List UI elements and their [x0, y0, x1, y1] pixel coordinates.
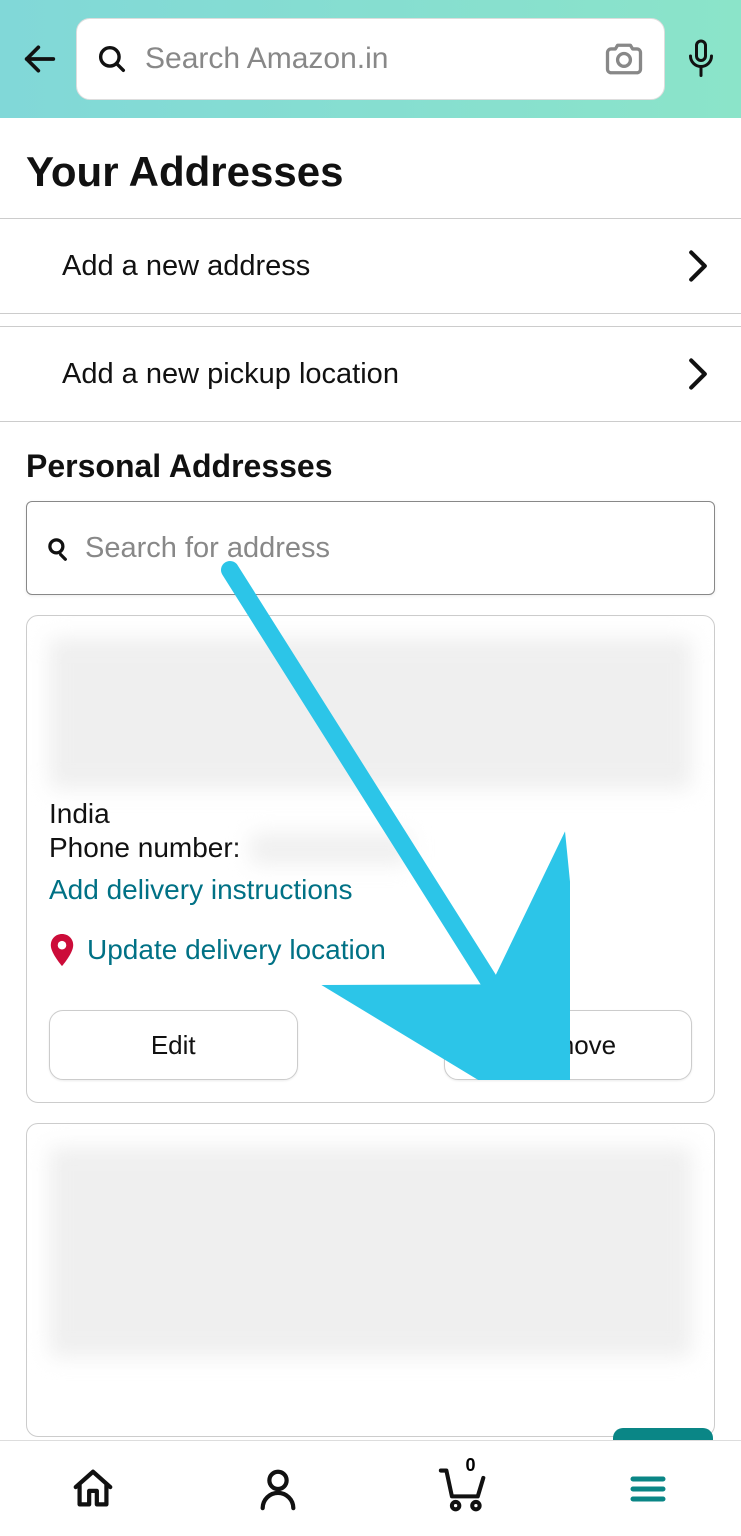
address-phone-row: Phone number: — [49, 832, 692, 864]
content: Your Addresses Add a new address Add a n… — [0, 118, 741, 1437]
personal-addresses-title: Personal Addresses — [26, 422, 715, 501]
card-button-row: Edit Remove — [49, 1010, 692, 1080]
user-icon — [255, 1466, 301, 1512]
remove-button[interactable]: Remove — [444, 1010, 693, 1080]
redacted-address-lines — [49, 638, 692, 788]
bottom-nav: 0 — [0, 1440, 741, 1536]
add-address-label: Add a new address — [62, 250, 310, 283]
search-input[interactable] — [145, 42, 586, 76]
address-search-box[interactable] — [26, 501, 715, 595]
address-country: India — [49, 798, 692, 830]
hamburger-icon — [628, 1469, 668, 1509]
address-card — [26, 1123, 715, 1437]
chevron-right-icon — [687, 249, 709, 283]
address-search-input[interactable] — [85, 532, 696, 565]
add-delivery-instructions-link[interactable]: Add delivery instructions — [49, 874, 352, 906]
add-pickup-row[interactable]: Add a new pickup location — [26, 327, 715, 421]
voice-search-button[interactable] — [679, 37, 723, 81]
camera-icon[interactable] — [602, 37, 646, 81]
redacted-address-lines — [49, 1146, 692, 1356]
update-location-label: Update delivery location — [87, 934, 386, 966]
location-pin-icon — [49, 934, 75, 966]
address-card: India Phone number: Add delivery instruc… — [26, 615, 715, 1103]
nav-menu[interactable] — [618, 1459, 678, 1519]
add-pickup-label: Add a new pickup location — [62, 358, 399, 391]
nav-cart[interactable]: 0 — [433, 1459, 493, 1519]
page-title: Your Addresses — [26, 118, 715, 218]
nav-home[interactable] — [63, 1459, 123, 1519]
chevron-right-icon — [687, 357, 709, 391]
microphone-icon — [683, 38, 719, 80]
home-icon — [70, 1466, 116, 1512]
cart-icon — [437, 1465, 489, 1513]
back-button[interactable] — [18, 37, 62, 81]
edit-button[interactable]: Edit — [49, 1010, 298, 1080]
cart-count: 0 — [466, 1455, 476, 1476]
header-bar — [0, 0, 741, 118]
divider — [0, 313, 741, 314]
search-icon — [45, 535, 71, 561]
search-box[interactable] — [76, 18, 665, 100]
add-address-row[interactable]: Add a new address — [26, 219, 715, 313]
nav-account[interactable] — [248, 1459, 308, 1519]
redacted-phone — [250, 833, 410, 863]
arrow-left-icon — [20, 39, 60, 79]
update-location-row[interactable]: Update delivery location — [49, 934, 692, 966]
search-icon — [95, 42, 129, 76]
phone-label: Phone number: — [49, 832, 240, 864]
